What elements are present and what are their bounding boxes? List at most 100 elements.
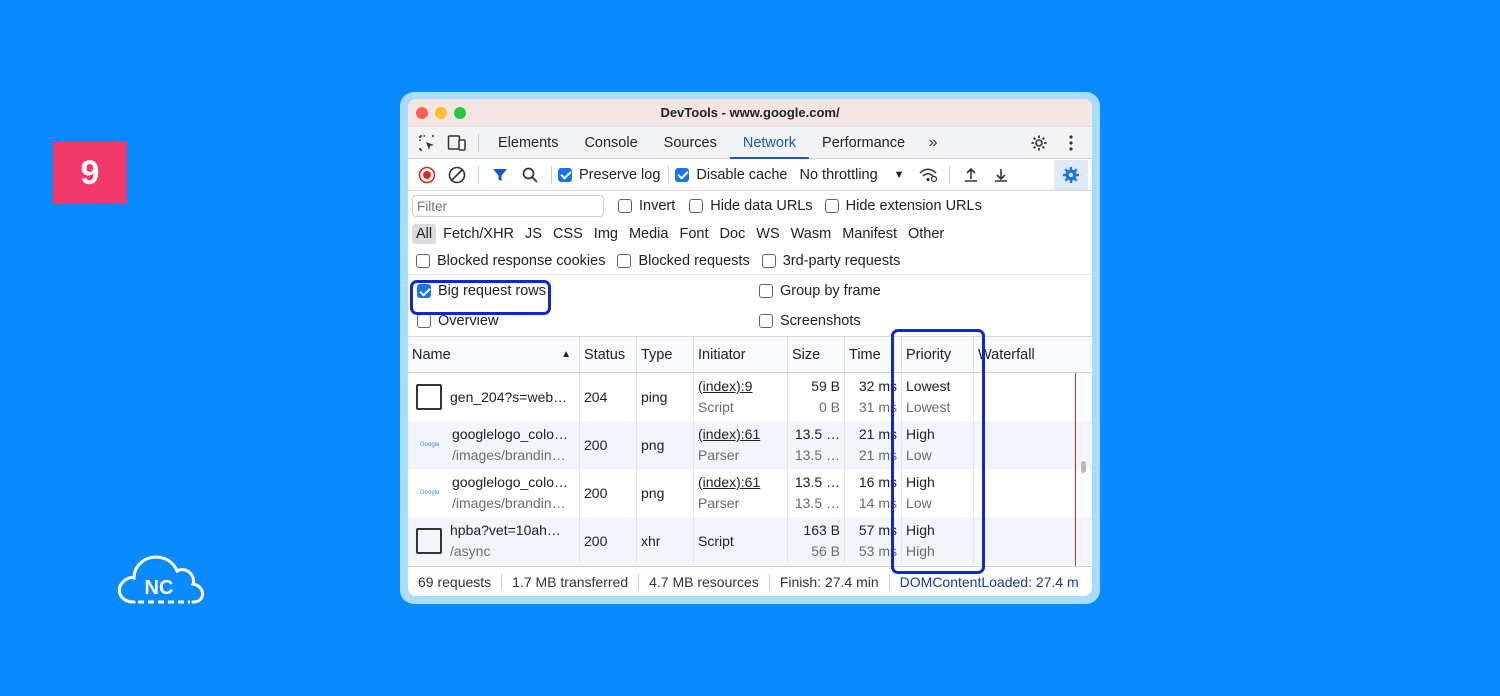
invert-label: Invert [639,198,676,214]
inspect-element-icon[interactable] [412,128,442,158]
invert-checkbox[interactable] [618,199,632,213]
blocked-requests-option[interactable]: Blocked requests [617,252,750,269]
request-path: /async [450,543,491,559]
third-party-requests-checkbox[interactable] [761,253,776,268]
hide-data-urls-option[interactable]: Hide data URLs [689,198,813,214]
type-filter-all[interactable]: All [412,224,437,244]
blocked-response-cookies-checkbox[interactable] [416,253,430,268]
hide-data-urls-checkbox[interactable] [689,199,704,213]
request-resource-size: 13.5 … [794,447,840,463]
type-filter-css[interactable]: CSS [549,224,587,244]
close-button[interactable] [416,106,428,119]
big-request-rows-checkbox[interactable] [417,284,431,298]
preserve-log-option[interactable]: Preserve log [558,167,660,183]
table-row[interactable]: hpba?vet=10ah… /async 200 xhr Script 163 … [408,517,1092,565]
request-initiator-link[interactable]: (index):61 [698,472,783,493]
overview-checkbox[interactable] [417,314,431,328]
blocked-response-cookies-option[interactable]: Blocked response cookies [416,253,605,269]
device-toolbar-icon[interactable] [442,128,472,158]
screenshots-option[interactable]: Screenshots [759,313,861,329]
type-filter-manifest[interactable]: Manifest [838,224,901,244]
type-filter-media[interactable]: Media [625,224,673,244]
column-initiator[interactable]: Initiator [694,336,788,373]
filter-funnel-icon[interactable] [485,160,515,190]
group-by-frame-label: Group by frame [780,283,881,299]
type-filter-ws[interactable]: WS [752,224,783,244]
request-initiator-link[interactable]: (index):9 [698,376,783,397]
throttling-select[interactable]: No throttling ▼ [799,167,904,183]
invert-option[interactable]: Invert [618,198,675,214]
minimize-button[interactable] [435,106,447,119]
group-by-frame-checkbox[interactable] [759,284,773,298]
request-status: 200 [584,532,608,549]
overview-option[interactable]: Overview [417,313,498,329]
network-toolbar: Preserve log Disable cache No throttling… [408,159,1092,191]
tab-console[interactable]: Console [571,127,650,159]
window-title: DevTools - www.google.com/ [660,105,840,120]
column-size[interactable]: Size [788,336,845,373]
table-row[interactable]: Google googlelogo_colo…/images/brandin… … [408,469,1092,517]
third-party-requests-label: 3rd-party requests [782,252,901,269]
more-tabs-icon[interactable]: » [918,128,948,158]
third-party-requests-option[interactable]: 3rd-party requests [761,252,901,269]
disable-cache-option[interactable]: Disable cache [675,167,787,183]
export-har-icon[interactable] [986,160,1016,190]
type-filter-wasm[interactable]: Wasm [787,224,836,244]
type-filter-font[interactable]: Font [675,224,712,244]
request-latency: 21 ms [858,447,897,463]
filter-input[interactable] [412,195,604,217]
network-conditions-icon[interactable] [913,160,943,190]
maximize-button[interactable] [454,106,466,119]
tab-network[interactable]: Network [729,127,810,159]
network-settings-pane: Big request rows Group by frame Overview… [408,275,1092,337]
kebab-menu-icon[interactable] [1056,128,1086,158]
tab-performance[interactable]: Performance [809,127,918,159]
import-har-icon[interactable] [956,160,986,190]
tab-elements[interactable]: Elements [485,127,571,159]
table-row[interactable]: gen_204?s=web… 204 ping (index):9 Script … [408,373,1092,421]
type-filter-js[interactable]: JS [521,224,546,244]
group-by-frame-option[interactable]: Group by frame [759,283,881,299]
type-filter-other[interactable]: Other [904,224,948,244]
blocked-requests-checkbox[interactable] [617,253,632,268]
request-priority: High [906,522,935,538]
blocked-filters-row: Blocked response cookies Blocked request… [408,247,1092,275]
type-filter-fetch-xhr[interactable]: Fetch/XHR [439,224,518,244]
request-time: 21 ms [858,426,897,442]
column-name[interactable]: Name ▲ [408,336,580,373]
summary-transferred: 1.7 MB transferred [502,573,640,590]
request-name: googlelogo_colo… [452,426,568,442]
chevron-down-icon: ▼ [893,168,905,181]
column-waterfall[interactable]: Waterfall [974,337,1092,373]
big-request-rows-option[interactable]: Big request rows [417,283,546,299]
vertical-scrollbar-thumb[interactable] [1081,461,1086,473]
request-time: 16 ms [858,474,897,490]
network-settings-gear-icon[interactable] [1054,160,1088,190]
preserve-log-checkbox[interactable] [558,167,572,182]
hide-extension-urls-option[interactable]: Hide extension URLs [824,198,982,214]
summary-finish: Finish: 27.4 min [770,573,890,590]
column-priority[interactable]: Priority [902,336,974,373]
gear-icon[interactable] [1024,128,1054,158]
hide-data-urls-label: Hide data URLs [710,198,813,214]
request-initial-priority: High [906,543,935,559]
hide-extension-urls-checkbox[interactable] [824,199,839,213]
table-row[interactable]: Google googlelogo_colo…/images/brandin… … [408,421,1092,469]
request-type: xhr [641,532,661,549]
column-status[interactable]: Status [580,336,637,373]
search-icon[interactable] [515,160,545,190]
screenshots-checkbox[interactable] [759,314,773,328]
record-stop-icon[interactable] [412,160,442,190]
column-type[interactable]: Type [637,336,694,373]
request-initiator-link[interactable]: (index):61 [698,424,783,445]
logo-text: NC [145,577,174,599]
type-filter-doc[interactable]: Doc [715,224,749,244]
type-filter-img[interactable]: Img [590,224,622,244]
column-time[interactable]: Time [845,336,902,373]
blocked-requests-label: Blocked requests [638,252,750,269]
clear-icon[interactable] [442,160,472,190]
overview-label: Overview [438,313,499,329]
tab-sources[interactable]: Sources [651,127,730,159]
disable-cache-checkbox[interactable] [675,167,690,182]
request-latency: 31 ms [858,399,897,415]
